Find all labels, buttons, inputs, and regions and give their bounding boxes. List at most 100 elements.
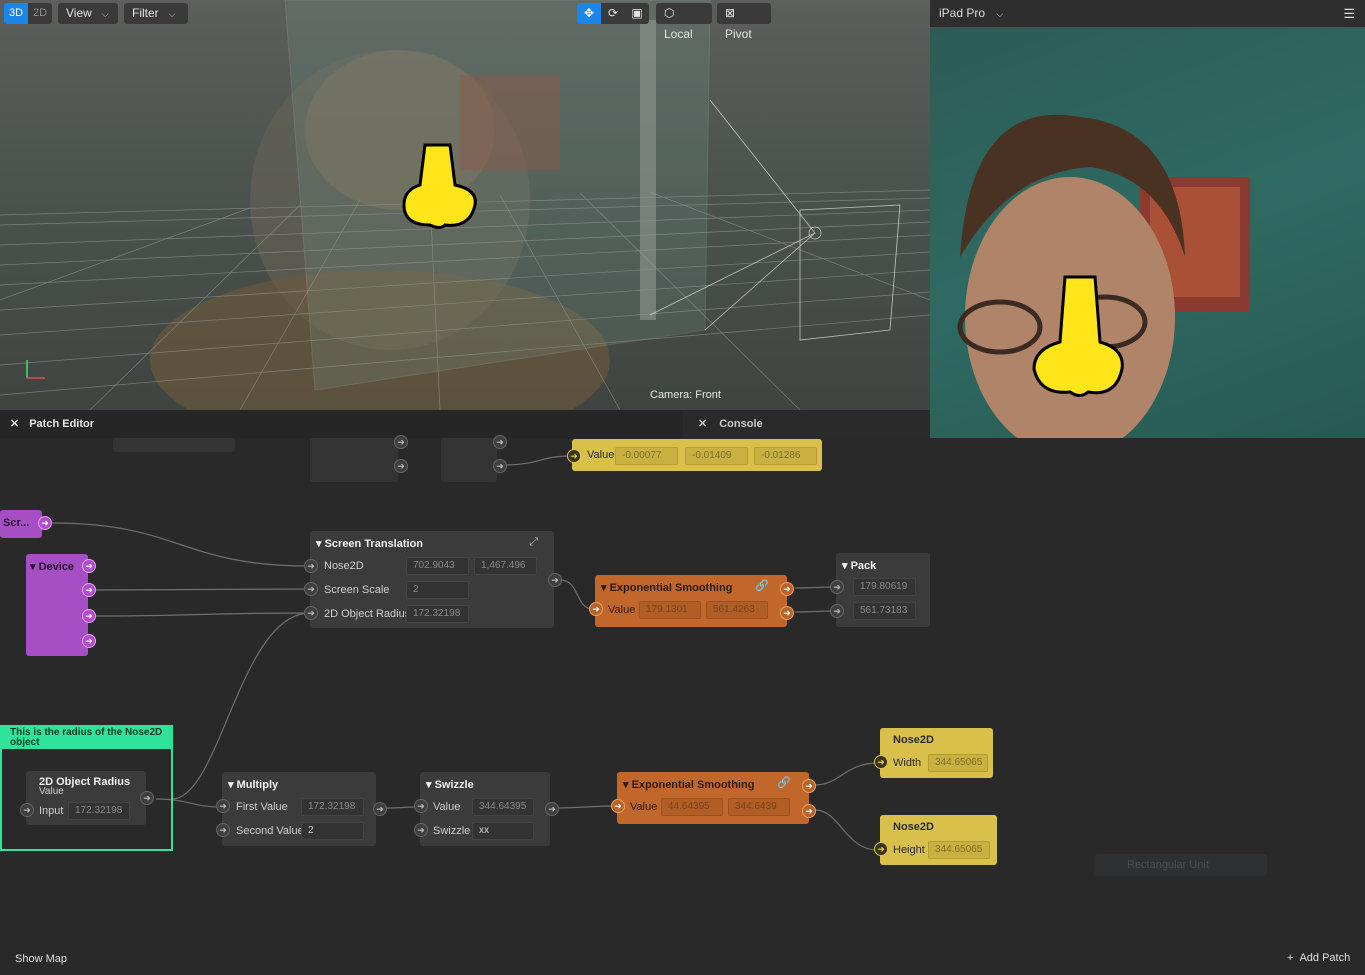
output-port-icon[interactable]: ➜ [82,559,96,573]
input-port-icon[interactable]: ➜ [611,799,625,813]
mode-2d-toggle[interactable]: 2D [28,3,52,24]
input-port-icon[interactable]: ➜ [216,823,230,837]
value-x-field[interactable]: 44.64395 [661,798,723,816]
value-y-field[interactable]: -0.01409 [685,447,748,465]
rotate-tool-button[interactable]: ⟳ [601,3,625,24]
show-map-button[interactable]: Show Map [15,953,67,965]
output-port-icon[interactable]: ➜ [82,634,96,648]
output-port-icon[interactable]: ➜ [373,802,387,816]
output-port-icon[interactable]: ➜ [38,516,52,530]
collapse-icon[interactable]: ▾ [426,779,435,791]
collapse-icon[interactable]: ▾ [30,561,39,573]
input-port-icon[interactable]: ➜ [20,803,34,817]
output-port-icon[interactable]: ➜ [545,802,559,816]
pack-title: Pack [850,560,877,572]
width-field[interactable]: 344.65065 [928,754,988,772]
menu-icon[interactable]: ☰ [1343,0,1355,27]
vector-value-node[interactable]: ➜ Value -0.00077 -0.01409 -0.01286 [567,439,822,471]
port-icon[interactable]: ➜ [394,459,408,473]
radius-field[interactable]: 172.32198 [406,605,469,623]
input-port-icon[interactable]: ➜ [414,799,428,813]
device-select[interactable]: iPad Pro [939,6,985,20]
tab-patch-editor[interactable]: ✕ Patch Editor [0,410,683,438]
pack-y-field[interactable]: 561.73183 [853,602,916,620]
input-port-icon[interactable]: ➜ [304,582,318,596]
scene-viewport[interactable]: 3D 2D View ⌵ Filter ⌵ ✥ ⟳ ▣ ⬡ Local ⊠ Pivo… [0,0,930,410]
offscreen-node[interactable] [310,438,398,482]
input-port-icon[interactable]: ➜ [216,799,230,813]
pack-node[interactable]: ▾ Pack ➜ 179.80619 ➜ 561.73183 [830,553,930,627]
collapse-icon[interactable]: ▾ [601,582,610,594]
scale-tool-button[interactable]: ▣ [625,3,649,24]
input-field[interactable]: 172.32198 [68,802,130,820]
value-y-field[interactable]: 344.6439 [728,798,790,816]
output-port-icon[interactable]: ➜ [780,606,794,620]
view-menu[interactable]: View ⌵ [58,3,118,24]
nose2d-x-field[interactable]: 702.9043 [406,557,469,575]
expand-icon[interactable]: ⤢ [529,536,538,549]
value-z-field[interactable]: -0.01286 [754,447,817,465]
output-port-icon[interactable]: ➜ [82,609,96,623]
chevron-down-icon[interactable]: ⌵ [996,9,1003,19]
input-port-icon[interactable]: ➜ [830,604,844,618]
faded-node[interactable]: Rectangular Unit [1095,854,1267,876]
close-icon[interactable]: ✕ [10,418,19,430]
output-port-icon[interactable]: ➜ [802,779,816,793]
nose2d-y-field[interactable]: 1,467.496 [474,557,537,575]
output-port-icon[interactable]: ➜ [140,791,154,805]
output-port-icon[interactable]: ➜ [802,804,816,818]
nose2d-height-node[interactable]: Nose2D ➜ Height 344.65065 [874,815,997,865]
height-field[interactable]: 344.65065 [928,841,990,859]
tab-console[interactable]: ✕ Console [683,410,930,438]
output-port-icon[interactable]: ➜ [82,583,96,597]
value-x-field[interactable]: 179.1301 [639,601,701,619]
swizzle-node[interactable]: ▾ Swizzle ➜ Value 344.64395 ➜ Swizzle xx [414,772,550,846]
filter-menu[interactable]: Filter ⌵ [124,3,188,24]
screen-scale-field[interactable]: 2 [406,581,469,599]
pivot-toggle[interactable]: ⊠ Pivot [717,3,771,41]
value-field[interactable]: 344.64395 [472,798,534,816]
patch-canvas[interactable]: ➜ ➜ ➜ ➜ ➜ Value -0.00077 -0.01409 -0.012… [0,435,1365,975]
input-port-icon[interactable]: ➜ [830,580,844,594]
device-node[interactable]: ▾ Device [26,554,88,656]
input-port-icon[interactable]: ➜ [874,842,888,856]
screen-node[interactable]: Scr... [0,510,42,538]
output-port-icon[interactable]: ➜ [780,582,794,596]
offscreen-node[interactable] [113,438,235,452]
link-icon[interactable]: 🔗 [755,579,769,592]
swizzle-field[interactable]: xx [472,822,534,840]
comment-text[interactable]: This is the radius of the Nose2D object [2,727,171,749]
radius-value-node[interactable]: 2D Object Radius Value ➜ Input 172.32198 [20,771,146,825]
exponential-smoothing-node[interactable]: ▾ Exponential Smoothing 🔗 ➜ Value 179.13… [589,575,787,627]
input-port-icon[interactable]: ➜ [567,449,581,463]
second-value-field[interactable]: 2 [301,822,364,840]
add-patch-button[interactable]: + Add Patch [1287,952,1350,964]
link-icon[interactable]: 🔗 [777,776,791,789]
pack-x-field[interactable]: 179.80619 [853,578,916,596]
output-port-icon[interactable]: ➜ [548,573,562,587]
screen-translation-node[interactable]: ▾ Screen Translation ⤢ ➜ Nose2D 702.9043… [304,531,554,628]
value-x-field[interactable]: -0.00077 [615,447,678,465]
port-icon[interactable]: ➜ [493,435,507,449]
collapse-icon[interactable]: ▾ [842,560,851,572]
multiply-node[interactable]: ▾ Multiply ➜ First Value 172.32198 ➜ Sec… [216,772,376,846]
port-icon[interactable]: ➜ [493,459,507,473]
first-value-field[interactable]: 172.32198 [301,798,364,816]
offscreen-node[interactable] [441,438,497,482]
input-port-icon[interactable]: ➜ [414,823,428,837]
mode-3d-toggle[interactable]: 3D [4,3,28,24]
input-port-icon[interactable]: ➜ [589,602,603,616]
nose2d-width-node[interactable]: Nose2D ➜ Width 344.65065 [874,728,993,778]
port-icon[interactable]: ➜ [394,435,408,449]
collapse-icon[interactable]: ▾ [316,538,325,550]
local-toggle[interactable]: ⬡ Local [656,3,712,41]
input-port-icon[interactable]: ➜ [304,606,318,620]
input-port-icon[interactable]: ➜ [874,755,888,769]
input-port-icon[interactable]: ➜ [304,559,318,573]
collapse-icon[interactable]: ▾ [623,779,632,791]
exponential-smoothing-node[interactable]: ▾ Exponential Smoothing 🔗 ➜ Value 44.643… [611,772,809,824]
value-y-field[interactable]: 561.4263 [706,601,768,619]
collapse-icon[interactable]: ▾ [228,779,237,791]
close-icon[interactable]: ✕ [698,418,707,430]
move-tool-button[interactable]: ✥ [577,3,601,24]
